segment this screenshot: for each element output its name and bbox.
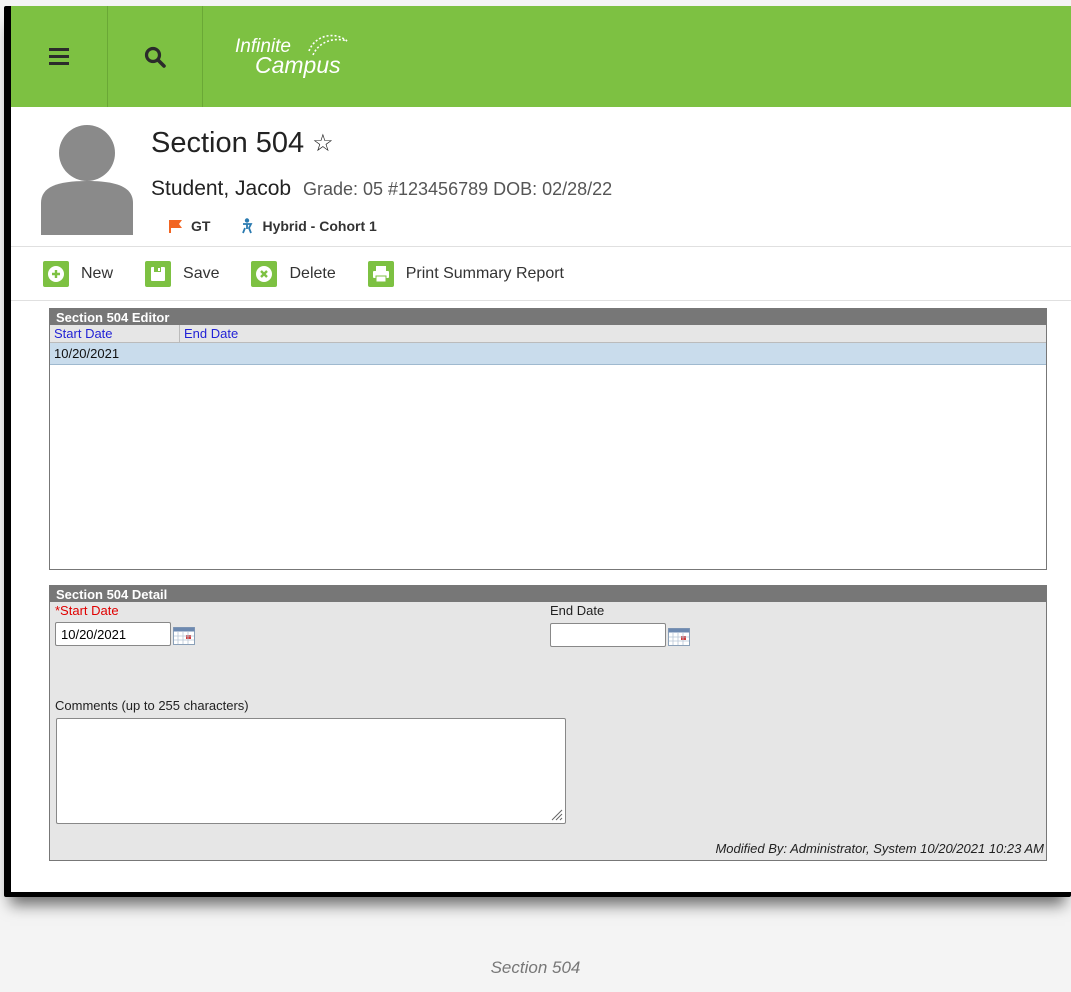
printer-icon [367, 260, 394, 287]
calendar-icon[interactable] [668, 628, 690, 646]
plus-icon [43, 260, 69, 287]
app-window: Infinite Campus Section 504 ☆ Student, J… [11, 6, 1071, 892]
search-button[interactable] [107, 6, 203, 107]
infinite-campus-logo[interactable]: Infinite Campus [235, 34, 348, 77]
delete-x-icon [251, 260, 278, 287]
end-date-label: End Date [550, 603, 605, 618]
person-icon [242, 218, 253, 234]
section-504-editor: Section 504 Editor Start Date End Date 1… [49, 308, 1047, 570]
new-button-label: New [81, 264, 114, 282]
resize-grip-icon[interactable] [549, 807, 563, 821]
flag-icon [169, 220, 182, 233]
save-button[interactable]: Save [145, 260, 220, 287]
delete-button-label: Delete [289, 264, 336, 282]
delete-button[interactable]: Delete [251, 260, 336, 287]
modified-by-text: Modified By: Administrator, System 10/20… [715, 841, 1044, 856]
detail-title: Section 504 Detail [50, 586, 1046, 602]
student-flags: GT Hybrid - Cohort 1 [169, 218, 407, 234]
flag-hybrid[interactable]: Hybrid - Cohort 1 [240, 218, 377, 234]
top-bar: Infinite Campus [11, 6, 1071, 107]
star-icon[interactable]: ☆ [312, 129, 334, 158]
screenshot-frame: Infinite Campus Section 504 ☆ Student, J… [4, 6, 1071, 897]
flag-gt[interactable]: GT [169, 218, 210, 234]
editor-grid-header: Start Date End Date [50, 325, 1046, 343]
student-header: Section 504 ☆ Student, Jacob Grade: 05 #… [11, 107, 1071, 247]
print-summary-report-label: Print Summary Report [405, 264, 564, 282]
start-date-label: *Start Date [55, 603, 119, 618]
figure-caption: Section 504 [490, 958, 581, 977]
new-button[interactable]: New [43, 260, 114, 287]
student-name[interactable]: Student, Jacob [151, 177, 291, 200]
end-date-field[interactable] [550, 623, 666, 647]
start-date-field[interactable] [55, 622, 171, 646]
menu-button[interactable] [11, 6, 107, 107]
column-end-date[interactable]: End Date [180, 325, 330, 342]
print-summary-report-button[interactable]: Print Summary Report [367, 260, 564, 287]
save-button-label: Save [183, 264, 220, 282]
column-start-date[interactable]: Start Date [50, 325, 180, 342]
comments-label: Comments (up to 255 characters) [55, 698, 249, 713]
avatar-icon [41, 125, 133, 235]
hamburger-icon [49, 44, 69, 69]
action-toolbar: New Save Delete Print Summary Report [11, 247, 1071, 301]
row-start-date: 10/20/2021 [54, 346, 120, 361]
section-504-detail: Section 504 Detail *Start Date End Date … [49, 585, 1047, 861]
table-row[interactable]: 10/20/2021 [50, 343, 1046, 365]
floppy-icon [145, 260, 172, 287]
search-icon [144, 46, 166, 68]
student-info: Student, Jacob Grade: 05 #123456789 DOB:… [151, 177, 612, 201]
page-title: Section 504 ☆ [151, 127, 334, 160]
page-title-text: Section 504 [151, 127, 305, 159]
calendar-icon[interactable] [173, 627, 195, 645]
comments-textarea[interactable] [56, 718, 566, 824]
logo-swoosh-icon [308, 34, 348, 55]
flag-gt-label: GT [191, 218, 211, 234]
student-meta: Grade: 05 #123456789 DOB: 02/28/22 [302, 179, 613, 199]
flag-hybrid-label: Hybrid - Cohort 1 [262, 218, 377, 234]
editor-title: Section 504 Editor [50, 309, 1046, 325]
